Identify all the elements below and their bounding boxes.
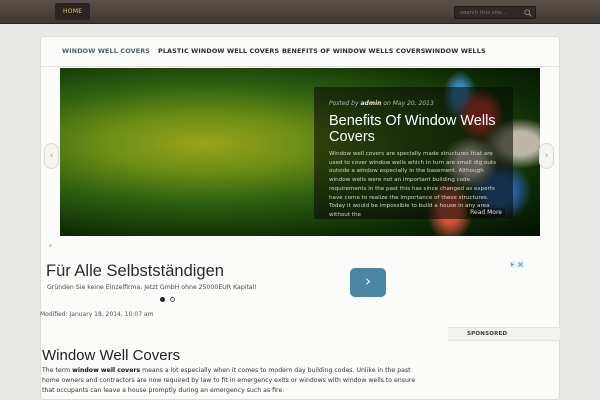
- post-keyword: window well covers: [72, 367, 141, 374]
- ad-page-dot[interactable]: [170, 297, 175, 302]
- slide-title[interactable]: Benefits Of Window Wells Covers: [329, 113, 509, 145]
- post-meta: Posted by admin on May 20, 2013: [329, 100, 434, 107]
- ad-subline[interactable]: Gründen Sie keine Einzelfirma. Jetzt Gmb…: [47, 284, 257, 291]
- post-body: The term window well covers means a lot …: [42, 366, 420, 396]
- slide-caption: Posted by admin on May 20, 2013 Benefits…: [314, 87, 513, 219]
- sponsored-label: SPONSORED: [467, 331, 508, 337]
- nav-item-benefits-of-window-wells-covers[interactable]: BENEFITS OF WINDOW WELLS COVERS: [282, 47, 426, 55]
- featured-slider[interactable]: Posted by admin on May 20, 2013 Benefits…: [60, 68, 540, 236]
- slide-indicator[interactable]: [49, 244, 52, 247]
- search-box[interactable]: [454, 6, 536, 19]
- ad-page-dot-active[interactable]: [160, 297, 165, 302]
- search-input[interactable]: [460, 8, 522, 18]
- search-icon[interactable]: [524, 9, 532, 17]
- main-nav: WINDOW WELL COVERS PLASTIC WINDOW WELL C…: [41, 37, 559, 67]
- meta-date-prefix: on: [383, 100, 391, 107]
- slider-next-button[interactable]: ›: [539, 143, 554, 169]
- nav-home-link[interactable]: HOME: [55, 3, 91, 20]
- slider-prev-button[interactable]: ‹: [44, 143, 59, 169]
- post-title: Window Well Covers: [42, 347, 181, 364]
- post-author-link[interactable]: admin: [360, 100, 381, 107]
- sidebar-sponsored-header: SPONSORED: [448, 327, 560, 341]
- post-date: May 20, 2013: [392, 100, 434, 107]
- top-bar: HOME: [0, 0, 600, 24]
- nav-item-window-wells[interactable]: WINDOW WELLS: [425, 47, 486, 55]
- ad-headline[interactable]: Für Alle Selbstständigen: [46, 262, 224, 281]
- adchoices-icon[interactable]: [509, 261, 525, 268]
- content-card: WINDOW WELL COVERS PLASTIC WINDOW WELL C…: [40, 36, 560, 400]
- read-more-link[interactable]: Read More: [467, 208, 505, 217]
- nav-item-plastic-window-well-covers[interactable]: PLASTIC WINDOW WELL COVERS: [158, 47, 279, 55]
- meta-prefix: Posted by: [329, 100, 359, 107]
- ad-cta-button[interactable]: ›: [350, 268, 386, 297]
- modified-date: Modified: January 18, 2014, 10:07 am: [40, 311, 154, 318]
- nav-item-window-well-covers[interactable]: WINDOW WELL COVERS: [62, 47, 150, 55]
- post-intro-prefix: The term: [42, 367, 73, 374]
